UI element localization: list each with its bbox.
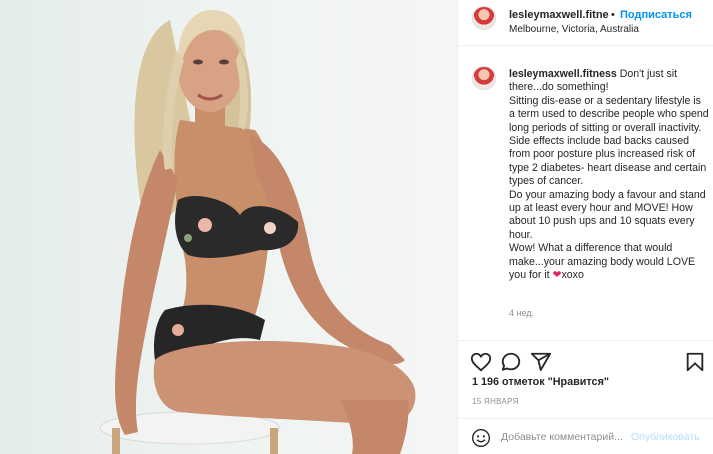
post-side-panel: lesleymaxwell.fitne • Подписаться Melbou… [457, 0, 713, 454]
post-image [99, 10, 416, 454]
heart-outline-icon [470, 352, 492, 372]
share-button[interactable] [530, 351, 552, 373]
caption-ending: xoxo [561, 269, 584, 282]
comment-bar: Опубликовать [458, 418, 713, 454]
caption-line-2: Sitting dis-ease or a sedentary lifestyl… [509, 94, 709, 134]
like-button[interactable] [470, 351, 492, 373]
save-button[interactable] [684, 351, 706, 373]
paper-plane-icon [530, 352, 552, 371]
separator-dot: • [611, 9, 615, 21]
post-date[interactable]: 15 ЯНВАРЯ [472, 397, 519, 406]
caption-line-4: Do your amazing body a favour and stand … [509, 188, 706, 241]
post-photo[interactable] [0, 0, 457, 454]
location-link[interactable]: Melbourne, Victoria, Australia [509, 24, 639, 35]
caption-text: lesleymaxwell.fitness Don't just sit the… [509, 68, 709, 283]
follow-button[interactable]: Подписаться [620, 9, 692, 21]
caption-username-link[interactable]: lesleymaxwell.fitness [509, 68, 617, 80]
avatar[interactable] [472, 6, 496, 30]
username-link[interactable]: lesleymaxwell.fitne [509, 9, 609, 21]
comment-input[interactable] [501, 429, 631, 445]
bookmark-icon [686, 352, 704, 372]
smiley-icon [472, 429, 490, 447]
action-bar [458, 340, 713, 374]
comment-button[interactable] [500, 351, 522, 373]
emoji-button[interactable] [471, 428, 491, 448]
likes-count[interactable]: 1 196 отметок "Нравится" [472, 376, 609, 388]
caption-avatar[interactable] [472, 66, 496, 90]
comment-bubble-icon [501, 352, 521, 371]
post-header: lesleymaxwell.fitne • Подписаться Melbou… [458, 0, 713, 46]
caption-timestamp[interactable]: 4 нед. [509, 308, 534, 318]
caption-line-5: Wow! What a difference that would make..… [509, 242, 696, 282]
instagram-post: lesleymaxwell.fitne • Подписаться Melbou… [0, 0, 713, 454]
publish-button[interactable]: Опубликовать [631, 431, 700, 443]
caption-line-3: Side effects include bad backs caused fr… [509, 135, 707, 188]
